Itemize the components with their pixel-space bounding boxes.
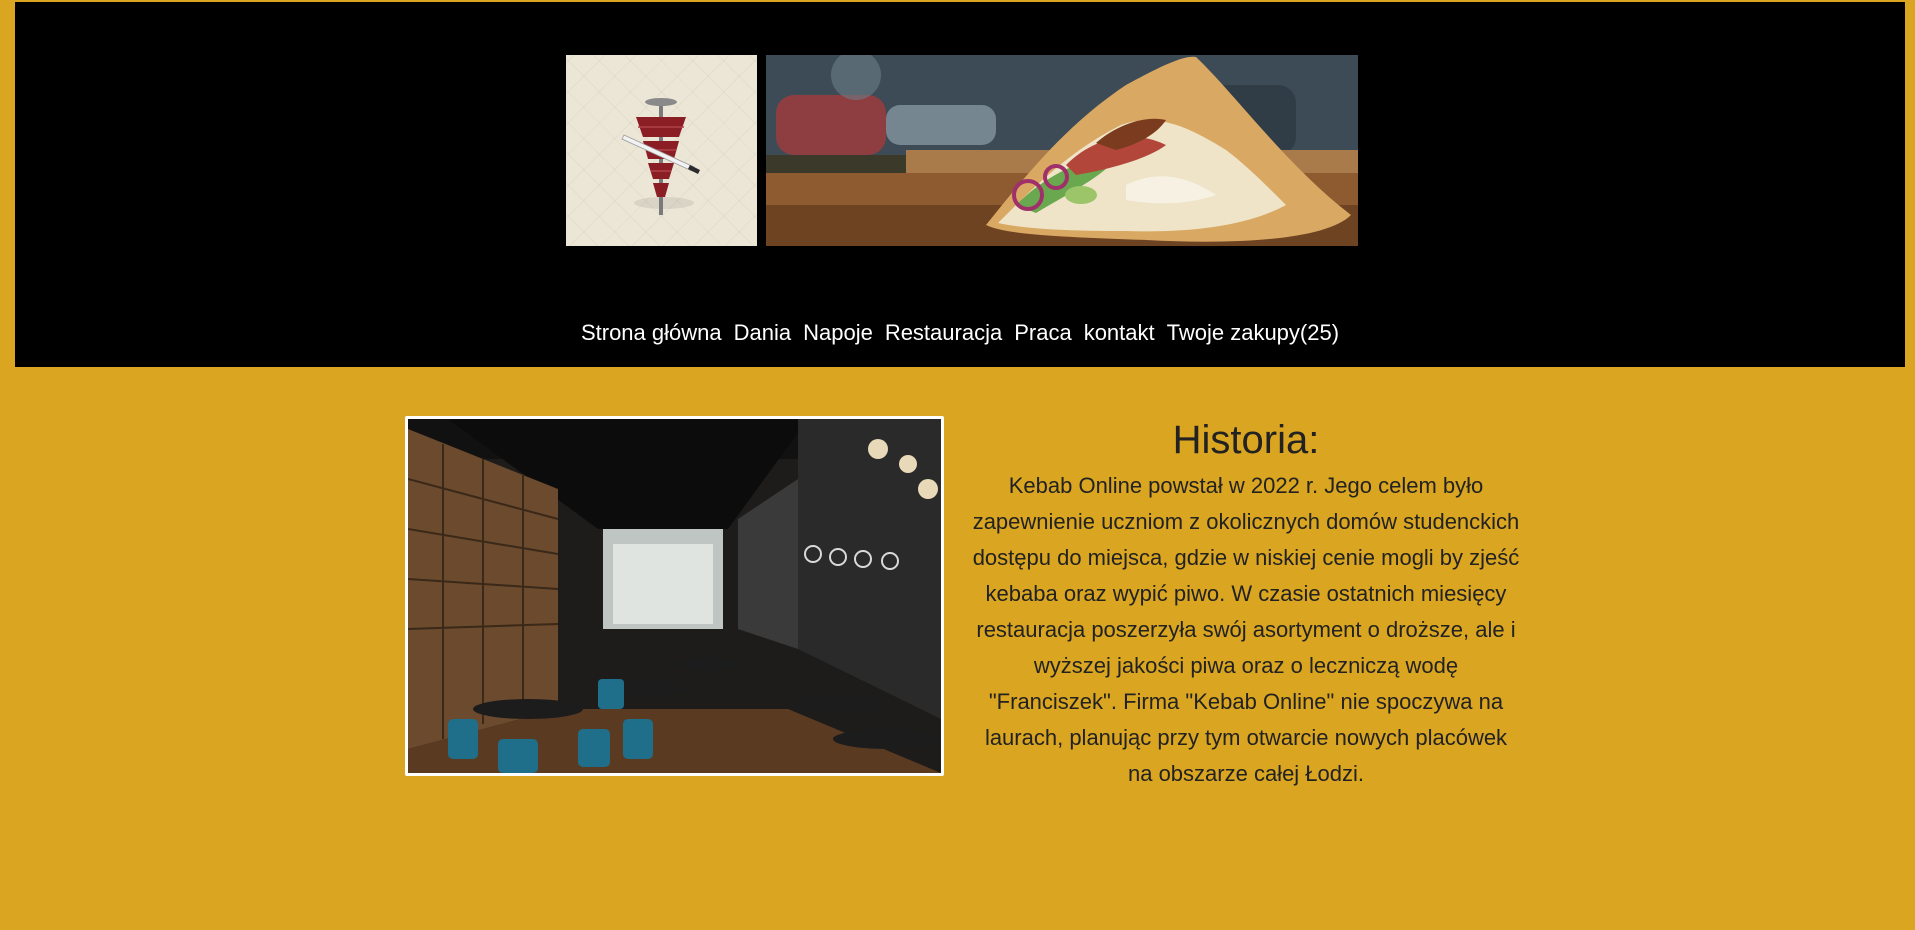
restaurant-photo [405, 416, 944, 776]
history-text: Kebab Online powstał w 2022 r. Jego cele… [972, 473, 1520, 786]
banner-image [766, 55, 1358, 246]
history-section: Historia: Kebab Online powstał w 2022 r.… [972, 414, 1520, 792]
main-nav: Strona główna Dania Napoje Restauracja Praca… [15, 320, 1905, 346]
nav-link-drinks[interactable]: Napoje [803, 320, 873, 346]
logo-image[interactable] [566, 55, 757, 246]
history-title: Historia: [1172, 418, 1320, 462]
kebab-spit-icon [621, 98, 700, 215]
nav-link-restaurant[interactable]: Restauracja [885, 320, 1002, 346]
kebab-wrap-photo [766, 55, 1358, 246]
restaurant-interior-photo [408, 419, 941, 773]
nav-link-jobs[interactable]: Praca [1014, 320, 1071, 346]
nav-link-dishes[interactable]: Dania [734, 320, 791, 346]
nav-link-contact[interactable]: kontakt [1084, 320, 1155, 346]
site-header: Strona główna Dania Napoje Restauracja Praca… [15, 2, 1905, 367]
nav-link-home[interactable]: Strona główna [581, 320, 722, 346]
nav-link-cart[interactable]: Twoje zakupy(25) [1167, 320, 1339, 346]
